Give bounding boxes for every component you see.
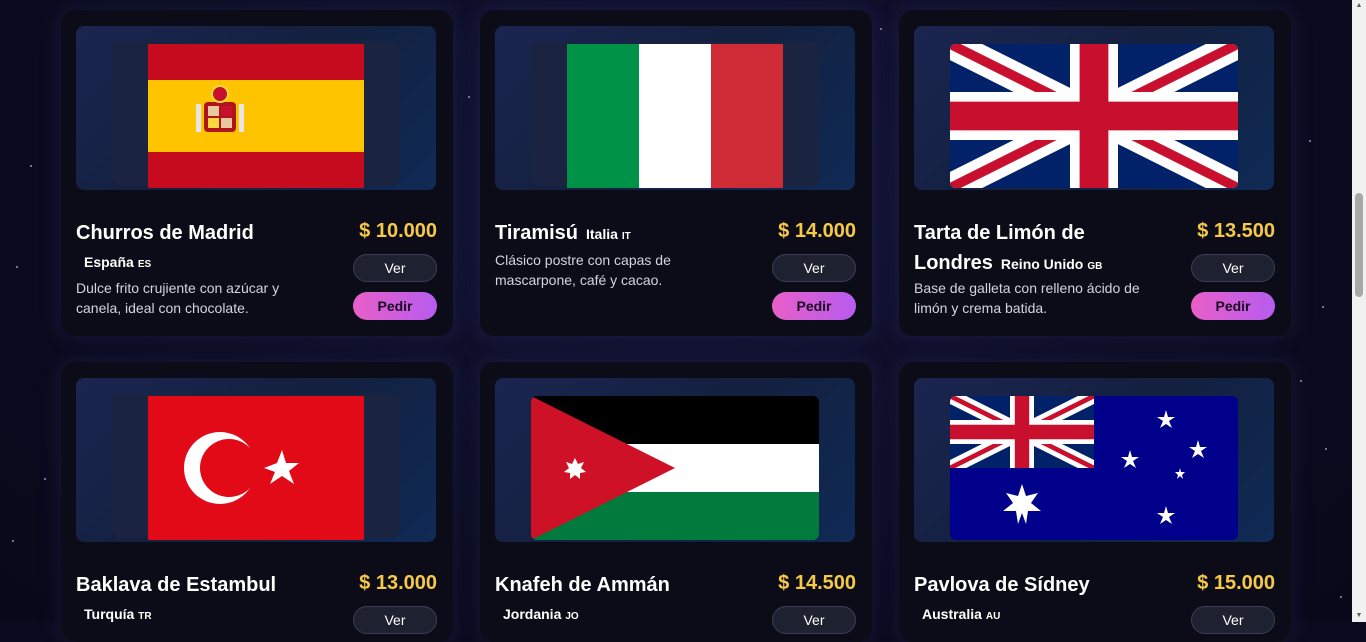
card-description: Base de galleta con relleno ácido de lim… [914, 280, 1140, 316]
dessert-card-knafeh: Knafeh de Ammán Jordania JO $ 14.500 Ver [480, 362, 872, 642]
card-title: Pavlova de Sídney [914, 574, 1090, 596]
card-country: Jordania JO [503, 606, 579, 622]
order-button[interactable]: Pedir [1191, 292, 1275, 320]
card-country: Turquía TR [84, 606, 152, 622]
card-image [495, 26, 855, 190]
dessert-card-churros: Churros de Madrid España ES Dulce frito c… [61, 10, 453, 336]
order-button[interactable]: Pedir [772, 292, 856, 320]
turkey-flag-icon [148, 396, 364, 540]
card-description: Clásico postre con capas de mascarpone, … [495, 252, 671, 288]
card-image [76, 26, 436, 190]
dessert-card-lemon-tart: Tarta de Limón de Londres Reino Unido GB B… [899, 10, 1291, 336]
card-price: $ 14.500 [778, 572, 856, 594]
card-title: Churros de Madrid [76, 222, 254, 244]
view-button[interactable]: Ver [1191, 254, 1275, 282]
view-button[interactable]: Ver [353, 254, 437, 282]
card-title: Knafeh de Ammán [495, 574, 670, 596]
scrollbar-thumb[interactable] [1355, 193, 1363, 297]
scrollbar[interactable]: ▲ ▼ [1352, 0, 1366, 622]
view-button[interactable]: Ver [772, 606, 856, 634]
scroll-down-arrow-icon[interactable]: ▼ [1355, 612, 1363, 620]
dessert-card-baklava: Baklava de Estambul Turquía TR $ 13.000 V… [61, 362, 453, 642]
view-button[interactable]: Ver [772, 254, 856, 282]
australia-flag-icon [950, 396, 1238, 540]
card-description: Dulce frito crujiente con azúcar y canel… [76, 280, 280, 316]
card-title: Tiramisú Italia IT [495, 222, 631, 244]
jordan-flag-icon [531, 396, 819, 540]
card-price: $ 13.000 [359, 572, 437, 594]
card-title: Tarta de Limón de Londres Reino Unido GB [914, 222, 1103, 274]
card-price: $ 14.000 [778, 220, 856, 242]
spain-flag-icon [148, 44, 364, 188]
card-image [76, 378, 436, 542]
card-image [495, 378, 855, 542]
view-button[interactable]: Ver [353, 606, 437, 634]
scroll-up-arrow-icon[interactable]: ▲ [1355, 2, 1363, 10]
card-price: $ 10.000 [359, 220, 437, 242]
italy-flag-icon [567, 44, 783, 188]
order-button[interactable]: Pedir [353, 292, 437, 320]
card-image [914, 26, 1274, 190]
dessert-card-tiramisu: Tiramisú Italia IT Clásico postre con capa… [480, 10, 872, 336]
card-country: Australia AU [922, 606, 1001, 622]
card-image [914, 378, 1274, 542]
uk-flag-icon [950, 44, 1238, 188]
view-button[interactable]: Ver [1191, 606, 1275, 634]
card-price: $ 13.500 [1197, 220, 1275, 242]
card-price: $ 15.000 [1197, 572, 1275, 594]
card-country: España ES [84, 254, 152, 270]
card-title: Baklava de Estambul [76, 574, 277, 596]
dessert-card-pavlova: Pavlova de Sídney Australia AU $ 15.000 V… [899, 362, 1291, 642]
